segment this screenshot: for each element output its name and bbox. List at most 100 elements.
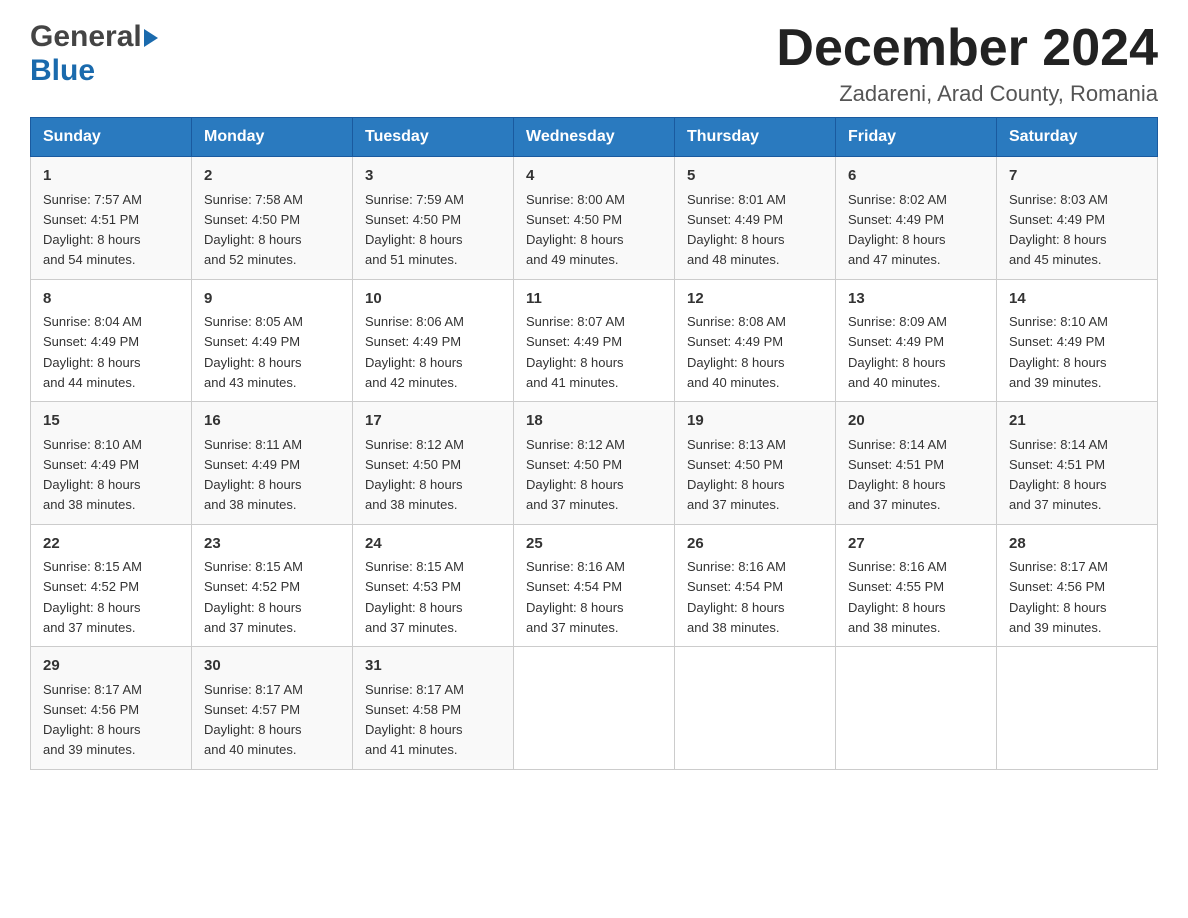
calendar-cell: 9 Sunrise: 8:05 AMSunset: 4:49 PMDayligh… — [192, 279, 353, 402]
day-info: Sunrise: 8:14 AMSunset: 4:51 PMDaylight:… — [848, 437, 947, 513]
day-info: Sunrise: 8:12 AMSunset: 4:50 PMDaylight:… — [526, 437, 625, 513]
day-info: Sunrise: 8:10 AMSunset: 4:49 PMDaylight:… — [43, 437, 142, 513]
day-info: Sunrise: 8:01 AMSunset: 4:49 PMDaylight:… — [687, 192, 786, 268]
day-number: 5 — [687, 165, 823, 188]
day-number: 26 — [687, 533, 823, 556]
day-number: 22 — [43, 533, 179, 556]
calendar-cell: 18 Sunrise: 8:12 AMSunset: 4:50 PMDaylig… — [514, 402, 675, 525]
calendar-week-row: 29 Sunrise: 8:17 AMSunset: 4:56 PMDaylig… — [31, 647, 1158, 770]
calendar-cell: 29 Sunrise: 8:17 AMSunset: 4:56 PMDaylig… — [31, 647, 192, 770]
calendar-cell: 31 Sunrise: 8:17 AMSunset: 4:58 PMDaylig… — [353, 647, 514, 770]
day-info: Sunrise: 7:58 AMSunset: 4:50 PMDaylight:… — [204, 192, 303, 268]
day-info: Sunrise: 8:05 AMSunset: 4:49 PMDaylight:… — [204, 314, 303, 390]
day-info: Sunrise: 8:07 AMSunset: 4:49 PMDaylight:… — [526, 314, 625, 390]
calendar-cell: 28 Sunrise: 8:17 AMSunset: 4:56 PMDaylig… — [997, 524, 1158, 647]
day-info: Sunrise: 8:08 AMSunset: 4:49 PMDaylight:… — [687, 314, 786, 390]
calendar-cell: 3 Sunrise: 7:59 AMSunset: 4:50 PMDayligh… — [353, 157, 514, 280]
calendar-cell: 17 Sunrise: 8:12 AMSunset: 4:50 PMDaylig… — [353, 402, 514, 525]
day-info: Sunrise: 8:17 AMSunset: 4:58 PMDaylight:… — [365, 682, 464, 758]
day-number: 9 — [204, 288, 340, 311]
day-number: 7 — [1009, 165, 1145, 188]
calendar-cell: 7 Sunrise: 8:03 AMSunset: 4:49 PMDayligh… — [997, 157, 1158, 280]
header-thursday: Thursday — [675, 118, 836, 157]
calendar-cell: 15 Sunrise: 8:10 AMSunset: 4:49 PMDaylig… — [31, 402, 192, 525]
calendar-cell: 6 Sunrise: 8:02 AMSunset: 4:49 PMDayligh… — [836, 157, 997, 280]
day-info: Sunrise: 8:12 AMSunset: 4:50 PMDaylight:… — [365, 437, 464, 513]
day-number: 25 — [526, 533, 662, 556]
location-title: Zadareni, Arad County, Romania — [776, 81, 1158, 107]
day-number: 2 — [204, 165, 340, 188]
day-number: 21 — [1009, 410, 1145, 433]
calendar-cell — [514, 647, 675, 770]
calendar-cell: 13 Sunrise: 8:09 AMSunset: 4:49 PMDaylig… — [836, 279, 997, 402]
day-number: 14 — [1009, 288, 1145, 311]
day-number: 12 — [687, 288, 823, 311]
logo-arrow-icon — [144, 29, 158, 47]
calendar-cell: 30 Sunrise: 8:17 AMSunset: 4:57 PMDaylig… — [192, 647, 353, 770]
day-info: Sunrise: 8:17 AMSunset: 4:56 PMDaylight:… — [1009, 559, 1108, 635]
header-tuesday: Tuesday — [353, 118, 514, 157]
calendar-header-row: SundayMondayTuesdayWednesdayThursdayFrid… — [31, 118, 1158, 157]
day-number: 28 — [1009, 533, 1145, 556]
day-info: Sunrise: 7:59 AMSunset: 4:50 PMDaylight:… — [365, 192, 464, 268]
month-title: December 2024 — [776, 20, 1158, 77]
day-info: Sunrise: 8:16 AMSunset: 4:54 PMDaylight:… — [526, 559, 625, 635]
calendar-cell: 5 Sunrise: 8:01 AMSunset: 4:49 PMDayligh… — [675, 157, 836, 280]
calendar-cell: 22 Sunrise: 8:15 AMSunset: 4:52 PMDaylig… — [31, 524, 192, 647]
day-number: 13 — [848, 288, 984, 311]
calendar-cell: 24 Sunrise: 8:15 AMSunset: 4:53 PMDaylig… — [353, 524, 514, 647]
day-number: 30 — [204, 655, 340, 678]
day-number: 31 — [365, 655, 501, 678]
day-info: Sunrise: 8:09 AMSunset: 4:49 PMDaylight:… — [848, 314, 947, 390]
calendar-cell: 21 Sunrise: 8:14 AMSunset: 4:51 PMDaylig… — [997, 402, 1158, 525]
day-info: Sunrise: 8:14 AMSunset: 4:51 PMDaylight:… — [1009, 437, 1108, 513]
day-info: Sunrise: 8:10 AMSunset: 4:49 PMDaylight:… — [1009, 314, 1108, 390]
calendar-week-row: 8 Sunrise: 8:04 AMSunset: 4:49 PMDayligh… — [31, 279, 1158, 402]
header-sunday: Sunday — [31, 118, 192, 157]
calendar-cell: 11 Sunrise: 8:07 AMSunset: 4:49 PMDaylig… — [514, 279, 675, 402]
calendar-cell: 2 Sunrise: 7:58 AMSunset: 4:50 PMDayligh… — [192, 157, 353, 280]
day-info: Sunrise: 8:04 AMSunset: 4:49 PMDaylight:… — [43, 314, 142, 390]
day-number: 15 — [43, 410, 179, 433]
day-number: 23 — [204, 533, 340, 556]
calendar-cell — [997, 647, 1158, 770]
day-number: 1 — [43, 165, 179, 188]
day-number: 17 — [365, 410, 501, 433]
calendar-cell: 26 Sunrise: 8:16 AMSunset: 4:54 PMDaylig… — [675, 524, 836, 647]
day-number: 24 — [365, 533, 501, 556]
day-info: Sunrise: 8:15 AMSunset: 4:52 PMDaylight:… — [204, 559, 303, 635]
logo: General Blue — [30, 20, 158, 88]
calendar-week-row: 1 Sunrise: 7:57 AMSunset: 4:51 PMDayligh… — [31, 157, 1158, 280]
day-number: 3 — [365, 165, 501, 188]
day-info: Sunrise: 8:02 AMSunset: 4:49 PMDaylight:… — [848, 192, 947, 268]
header-wednesday: Wednesday — [514, 118, 675, 157]
day-info: Sunrise: 8:06 AMSunset: 4:49 PMDaylight:… — [365, 314, 464, 390]
calendar-cell — [836, 647, 997, 770]
day-number: 16 — [204, 410, 340, 433]
calendar-cell: 23 Sunrise: 8:15 AMSunset: 4:52 PMDaylig… — [192, 524, 353, 647]
day-number: 29 — [43, 655, 179, 678]
day-number: 10 — [365, 288, 501, 311]
calendar-cell: 25 Sunrise: 8:16 AMSunset: 4:54 PMDaylig… — [514, 524, 675, 647]
calendar-week-row: 15 Sunrise: 8:10 AMSunset: 4:49 PMDaylig… — [31, 402, 1158, 525]
day-number: 6 — [848, 165, 984, 188]
page-header: General Blue December 2024 Zadareni, Ara… — [30, 20, 1158, 107]
day-info: Sunrise: 8:13 AMSunset: 4:50 PMDaylight:… — [687, 437, 786, 513]
header-monday: Monday — [192, 118, 353, 157]
title-section: December 2024 Zadareni, Arad County, Rom… — [776, 20, 1158, 107]
day-info: Sunrise: 8:17 AMSunset: 4:57 PMDaylight:… — [204, 682, 303, 758]
day-number: 8 — [43, 288, 179, 311]
day-info: Sunrise: 8:15 AMSunset: 4:53 PMDaylight:… — [365, 559, 464, 635]
day-info: Sunrise: 8:11 AMSunset: 4:49 PMDaylight:… — [204, 437, 302, 513]
header-saturday: Saturday — [997, 118, 1158, 157]
day-info: Sunrise: 8:16 AMSunset: 4:54 PMDaylight:… — [687, 559, 786, 635]
day-info: Sunrise: 8:16 AMSunset: 4:55 PMDaylight:… — [848, 559, 947, 635]
day-number: 27 — [848, 533, 984, 556]
calendar-week-row: 22 Sunrise: 8:15 AMSunset: 4:52 PMDaylig… — [31, 524, 1158, 647]
calendar-cell — [675, 647, 836, 770]
calendar-cell: 12 Sunrise: 8:08 AMSunset: 4:49 PMDaylig… — [675, 279, 836, 402]
day-info: Sunrise: 8:03 AMSunset: 4:49 PMDaylight:… — [1009, 192, 1108, 268]
calendar-cell: 10 Sunrise: 8:06 AMSunset: 4:49 PMDaylig… — [353, 279, 514, 402]
calendar-table: SundayMondayTuesdayWednesdayThursdayFrid… — [30, 117, 1158, 770]
calendar-cell: 4 Sunrise: 8:00 AMSunset: 4:50 PMDayligh… — [514, 157, 675, 280]
